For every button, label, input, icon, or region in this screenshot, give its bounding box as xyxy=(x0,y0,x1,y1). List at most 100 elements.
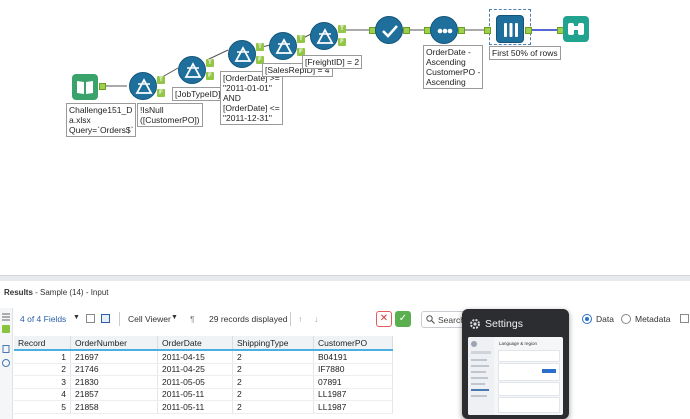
browse-tool[interactable] xyxy=(563,16,589,42)
table-row[interactable]: 1 21697 2011-04-15 2 B04191 xyxy=(14,350,393,364)
column-header[interactable]: ShippingType xyxy=(232,336,314,351)
table-cell[interactable]: 21830 xyxy=(70,375,158,389)
table-cell[interactable]: 21697 xyxy=(70,350,158,364)
column-header[interactable]: Record xyxy=(14,336,71,351)
filter-tool-3[interactable] xyxy=(228,40,256,68)
table-cell[interactable]: 21858 xyxy=(70,400,158,414)
column-header[interactable]: OrderDate xyxy=(157,336,233,351)
results-side-strip xyxy=(0,308,13,419)
input-output-anchor[interactable] xyxy=(99,83,106,90)
panel-option-icon[interactable] xyxy=(680,314,689,323)
fields-chevron-icon[interactable]: ▼ xyxy=(73,314,80,321)
table-cell[interactable]: 3 xyxy=(14,375,71,389)
table-cell[interactable]: 21746 xyxy=(70,363,158,376)
sample-input-anchor[interactable] xyxy=(484,27,491,34)
column-header[interactable]: CustomerPO xyxy=(313,336,393,351)
table-cell[interactable]: 21857 xyxy=(70,388,158,401)
data-radio[interactable] xyxy=(582,314,592,324)
thumbnail-card xyxy=(498,397,560,413)
sample-tool[interactable] xyxy=(496,15,524,43)
filter-tool-5[interactable] xyxy=(310,22,338,50)
pilcrow-icon[interactable]: ¶ xyxy=(190,314,195,324)
page-icon[interactable] xyxy=(2,345,10,353)
results-toolbar: 4 of 4 Fields ▼ Cell Viewer ▼ ¶ 29 recor… xyxy=(14,308,690,332)
table-row[interactable]: 4 21857 2011-05-11 2 LL1987 xyxy=(14,388,393,401)
filter-tool-2[interactable] xyxy=(178,56,206,84)
filter5-true-anchor[interactable]: T xyxy=(338,25,346,33)
filter1-true-anchor[interactable]: T xyxy=(157,76,165,84)
settings-title: Settings xyxy=(485,318,523,330)
help-icon[interactable] xyxy=(2,359,10,367)
table-cell[interactable]: 2 xyxy=(232,350,314,364)
filter2-true-anchor[interactable]: T xyxy=(206,59,214,67)
table-cell[interactable]: 2011-04-15 xyxy=(157,350,233,364)
column-header[interactable]: OrderNumber xyxy=(70,336,158,351)
filter2-false-anchor[interactable]: F xyxy=(206,72,214,80)
arrow-up-icon[interactable]: ↑ xyxy=(298,314,302,324)
search-icon xyxy=(426,315,435,324)
close-icon[interactable]: ✕ xyxy=(376,311,392,327)
input-data-tool[interactable] xyxy=(72,74,98,100)
confirm-icon[interactable]: ✓ xyxy=(395,311,411,327)
settings-window-thumbnail[interactable]: Language & region xyxy=(468,337,563,415)
settings-taskbar-preview[interactable]: Settings Language & region xyxy=(462,309,569,419)
table-cell[interactable]: B04191 xyxy=(313,350,393,364)
thumbnail-card xyxy=(498,350,560,362)
table-cell[interactable]: 2 xyxy=(232,375,314,389)
filter-tool-4[interactable] xyxy=(269,32,297,60)
select-output-anchor[interactable] xyxy=(403,27,410,34)
metadata-radio[interactable] xyxy=(621,314,631,324)
panel-divider[interactable] xyxy=(0,275,690,281)
table-cell[interactable]: IF7880 xyxy=(313,363,393,376)
sort-output-anchor[interactable] xyxy=(458,27,465,34)
sort-tool[interactable] xyxy=(430,16,458,44)
avatar xyxy=(471,341,477,347)
table-cell[interactable]: 5 xyxy=(14,400,71,414)
table-row[interactable]: 3 21830 2011-05-05 2 07891 xyxy=(14,375,393,389)
table-cell[interactable]: 2 xyxy=(14,363,71,376)
sample-output-anchor[interactable] xyxy=(525,27,532,34)
table-cell[interactable]: 2011-05-05 xyxy=(157,375,233,389)
table-cell[interactable]: 2011-05-11 xyxy=(157,388,233,401)
table-cell[interactable]: 4 xyxy=(14,388,71,401)
data-radio-label: Data xyxy=(596,314,614,324)
sample-tubes-icon xyxy=(504,23,518,37)
thumbnail-line xyxy=(471,389,489,391)
filter5-false-anchor[interactable]: F xyxy=(338,38,346,46)
sort-annotation: OrderDate - Ascending CustomerPO - Ascen… xyxy=(423,45,484,89)
filter2-annotation: [JobTypeID] xyxy=(172,87,224,101)
search-label: Search xyxy=(438,315,465,325)
thumbnail-line xyxy=(471,365,489,367)
table-cell[interactable]: 2011-05-11 xyxy=(157,400,233,414)
workflow-canvas[interactable]: Challenge151_D a.xlsx Query=`Orders$` T … xyxy=(0,0,690,275)
checkbox-icon[interactable] xyxy=(86,314,95,323)
table-row[interactable]: 2 21746 2011-04-25 2 IF7880 xyxy=(14,363,393,376)
table-cell[interactable]: 2 xyxy=(232,388,314,401)
cell-viewer-dropdown[interactable]: Cell Viewer xyxy=(128,314,171,324)
thumbnail-line xyxy=(471,371,486,373)
table-cell[interactable]: LL1987 xyxy=(313,388,393,401)
filter-triangle-icon xyxy=(135,78,153,94)
thumbnail-sidebar xyxy=(468,337,494,415)
select-tool[interactable] xyxy=(375,16,403,44)
thumbnail-line xyxy=(471,377,488,379)
table-cell[interactable]: 1 xyxy=(14,350,71,364)
table-cell[interactable]: 2 xyxy=(232,400,314,414)
list-icon[interactable] xyxy=(2,313,10,321)
book-icon xyxy=(77,81,93,94)
filter1-false-anchor[interactable]: F xyxy=(157,89,165,97)
records-count: 29 records displayed xyxy=(209,314,288,324)
table-cell[interactable]: 2011-04-25 xyxy=(157,363,233,376)
table-cell[interactable]: 2 xyxy=(232,363,314,376)
deselect-icon[interactable] xyxy=(101,314,110,323)
table-cell[interactable]: LL1987 xyxy=(313,400,393,414)
viewer-chevron-icon[interactable]: ▼ xyxy=(171,314,178,321)
fields-dropdown[interactable]: 4 of 4 Fields xyxy=(20,314,66,324)
filter-tool-1[interactable] xyxy=(129,72,157,100)
table-row[interactable]: 5 21858 2011-05-11 2 LL1987 xyxy=(14,400,393,414)
table-view-icon[interactable] xyxy=(2,325,10,333)
arrow-down-icon[interactable]: ↓ xyxy=(314,314,318,324)
filter3-true-anchor[interactable]: T xyxy=(256,43,264,51)
table-cell[interactable]: 07891 xyxy=(313,375,393,389)
filter4-true-anchor[interactable]: T xyxy=(297,35,305,43)
